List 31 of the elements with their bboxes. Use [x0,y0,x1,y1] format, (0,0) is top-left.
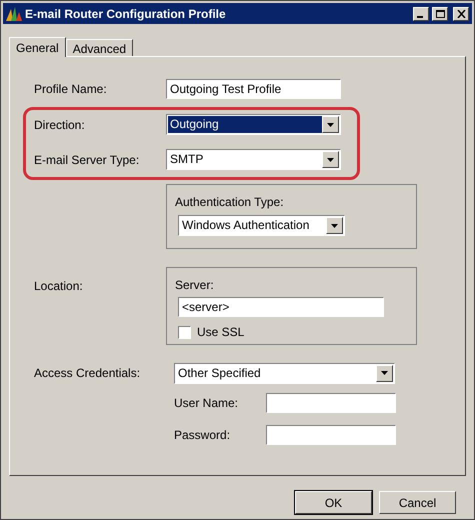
dropdown[interactable]: Outgoing [166,114,341,135]
input-field[interactable]: Outgoing Test Profile [166,79,341,99]
dialog-button[interactable]: OK [295,491,372,514]
field-label: Profile Name: [34,81,108,98]
dropdown[interactable]: SMTP [166,149,341,170]
field-label: E-mail Server Type: [34,152,140,168]
input-field[interactable] [266,393,396,413]
window-title: E-mail Router Configuration Profile [25,6,227,22]
checkbox[interactable] [178,326,191,338]
field-label: Server: [175,278,214,292]
maximize-icon [436,10,444,18]
input-field[interactable] [266,425,396,445]
field-label: Location: [34,279,83,293]
dialog-button[interactable]: Cancel [379,491,456,514]
maximize-button[interactable] [432,6,448,20]
field-label: Authentication Type: [175,195,284,209]
minimize-button[interactable] [413,6,429,20]
minimize-icon [417,16,423,18]
field-label: Password: [174,427,232,444]
tab[interactable]: General [9,37,66,57]
dropdown[interactable]: Windows Authentication [178,215,345,236]
close-icon [456,10,466,18]
field-label: Access Credentials: [34,365,142,382]
dropdown[interactable]: Other Specified [174,362,395,384]
field-label: Use SSL [197,324,244,341]
app-logo-icon [6,6,22,20]
close-button[interactable] [453,6,469,20]
field-label: User Name: [174,395,240,412]
input-field[interactable]: <server> [178,297,384,317]
field-label: Direction: [34,116,86,134]
tab[interactable]: Advanced [66,39,134,56]
